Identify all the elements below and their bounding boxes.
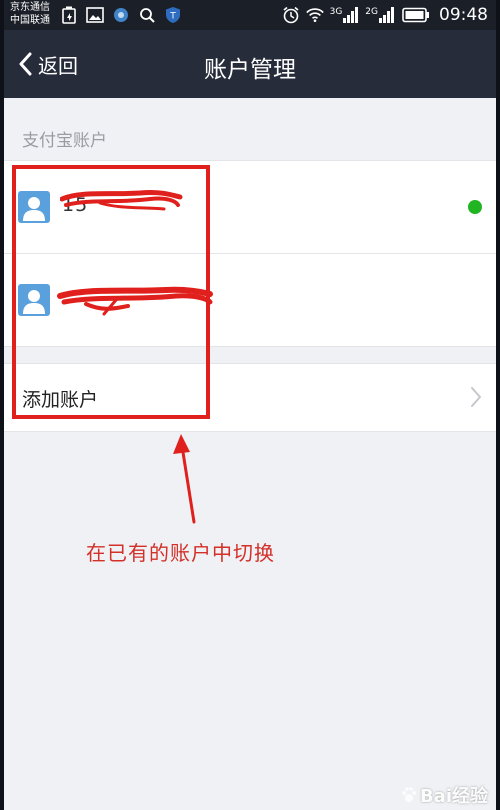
network-2-signal: 2G xyxy=(365,7,395,23)
user-icon xyxy=(23,197,45,221)
network-2-label: 2G xyxy=(365,7,378,17)
avatar xyxy=(18,284,50,316)
battery-saver-icon xyxy=(60,6,78,24)
svg-text:T: T xyxy=(169,12,176,22)
watermark-text: Bai经验 xyxy=(419,786,488,807)
status-icons-right: 3G 2G 09:48 xyxy=(282,5,488,25)
alarm-icon xyxy=(282,6,300,24)
annotation-text: 在已有的账户中切换 xyxy=(86,541,275,565)
carrier-info: 京东通信 中国联通 xyxy=(10,1,50,27)
signal-bars-2-icon xyxy=(379,7,394,23)
signal-bars-1-icon xyxy=(343,7,359,23)
account-row-1[interactable]: 15 xyxy=(4,161,496,253)
account-list: 15 xyxy=(4,160,496,347)
shield-icon: T xyxy=(164,6,182,24)
navigation-bar: 返回 账户管理 xyxy=(4,30,496,98)
page-title: 账户管理 xyxy=(204,57,296,83)
paw-icon xyxy=(400,786,418,804)
network-1-signal: 3G xyxy=(330,7,360,23)
annotation-arrow xyxy=(173,434,196,524)
network-1-label: 3G xyxy=(329,7,343,17)
clock-time: 09:48 xyxy=(439,5,488,25)
section-header: 支付宝账户 xyxy=(22,131,107,151)
carrier-2-label: 中国联通 xyxy=(10,15,50,26)
account-row-2[interactable] xyxy=(4,253,496,346)
wifi-icon xyxy=(305,6,324,24)
watermark: Bai经验 xyxy=(400,782,488,808)
add-account-label: 添加账户 xyxy=(22,389,99,411)
search-icon xyxy=(138,6,156,24)
status-bar: 京东通信 中国联通 T 3G 2G 09:48 xyxy=(4,0,496,30)
app-notification-icon xyxy=(112,6,130,24)
image-icon xyxy=(86,6,104,24)
carrier-1-label: 京东通信 xyxy=(10,2,50,13)
redaction-scribble xyxy=(57,286,213,316)
phone-screen: 京东通信 中国联通 T 3G 2G 09:48 返回 账户管理 支付宝账户 15… xyxy=(4,0,496,810)
active-account-indicator xyxy=(468,200,482,214)
add-account-button[interactable]: 添加账户 xyxy=(4,363,496,432)
account-name: 15 xyxy=(62,194,89,216)
chevron-right-icon xyxy=(470,386,482,412)
avatar xyxy=(18,191,50,223)
battery-icon xyxy=(401,6,431,24)
user-icon xyxy=(23,290,45,314)
status-icons-left: T xyxy=(60,6,182,24)
